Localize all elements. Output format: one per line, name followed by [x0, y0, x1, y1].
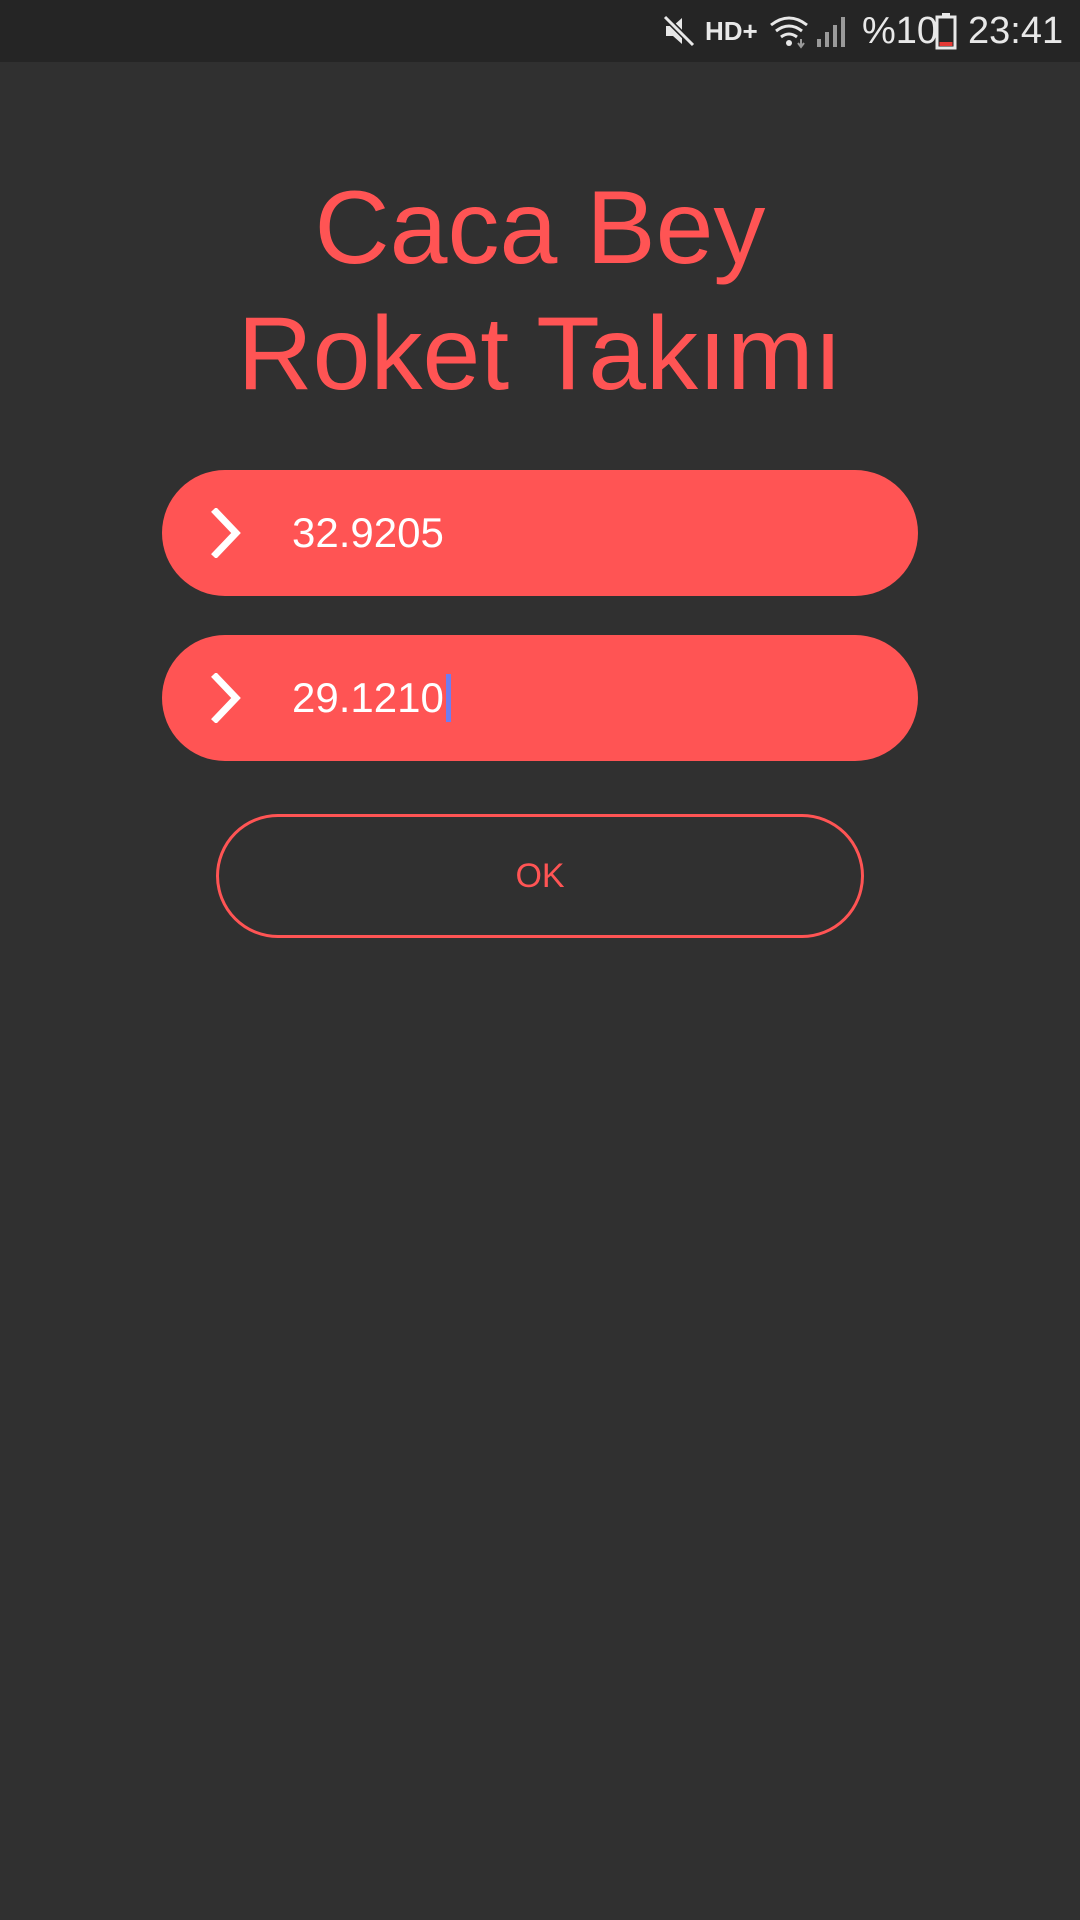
- title-line-1: Caca Bey: [314, 170, 766, 286]
- chevron-right-icon: [202, 672, 252, 724]
- battery-icon: [935, 0, 957, 62]
- clock: 23:41: [968, 9, 1064, 52]
- coordinate-input-2[interactable]: 29.1210: [162, 635, 918, 761]
- ok-button[interactable]: OK: [216, 814, 864, 938]
- mute-icon: [662, 0, 696, 62]
- coordinate-input-1[interactable]: 32.9205: [162, 470, 918, 596]
- coordinate-input-2-value[interactable]: 29.1210: [292, 674, 444, 721]
- hd-plus-label: HD+: [705, 15, 758, 46]
- status-bar: HD+ %10 23:41: [0, 0, 1080, 62]
- chevron-right-icon: [202, 507, 252, 559]
- coordinate-input-2-value-wrapper[interactable]: 29.1210: [292, 635, 451, 761]
- wifi-icon: [768, 0, 810, 62]
- text-cursor: [445, 673, 451, 722]
- coordinate-input-1-value[interactable]: 32.9205: [292, 470, 444, 596]
- page-title: Caca Bey Roket Takımı: [0, 165, 1080, 417]
- title-line-2: Roket Takımı: [237, 296, 843, 412]
- signal-icon: [815, 0, 851, 62]
- battery-percent: %10: [862, 9, 939, 52]
